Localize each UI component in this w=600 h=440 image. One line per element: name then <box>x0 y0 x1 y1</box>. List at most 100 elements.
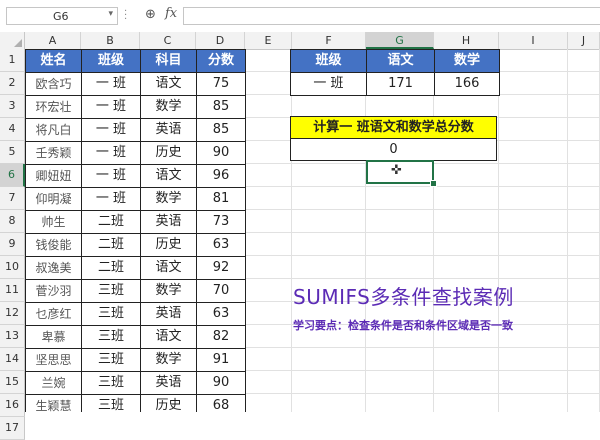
row-header-17[interactable]: 17 <box>0 417 25 440</box>
table-cell[interactable]: 一 班 <box>81 164 141 188</box>
table-cell[interactable]: 73 <box>196 210 246 234</box>
column-header-f[interactable]: F <box>292 32 366 49</box>
summary-cell[interactable]: 171 <box>366 72 435 96</box>
row-header-11[interactable]: 11 <box>0 279 25 302</box>
table-cell[interactable]: 63 <box>196 302 246 326</box>
table-cell[interactable]: 90 <box>196 371 246 395</box>
table-cell[interactable]: 环宏壮 <box>25 95 82 119</box>
table-cell[interactable]: 数学 <box>140 279 197 303</box>
table-cell[interactable]: 英语 <box>140 210 197 234</box>
table-cell[interactable]: 85 <box>196 95 246 119</box>
select-all-button[interactable] <box>0 32 25 49</box>
table-cell[interactable]: 语文 <box>140 72 197 96</box>
table-cell[interactable]: 三班 <box>81 348 141 372</box>
calc-result-cell[interactable]: 0 <box>290 138 497 161</box>
table-cell[interactable]: 将凡白 <box>25 118 82 142</box>
table-header-cell[interactable]: 班级 <box>81 49 141 73</box>
row-header-1[interactable]: 1 <box>0 49 25 72</box>
column-header-b[interactable]: B <box>81 32 140 49</box>
table-cell[interactable]: 一 班 <box>81 118 141 142</box>
table-cell[interactable]: 生颖慧 <box>25 394 82 412</box>
row-header-12[interactable]: 12 <box>0 302 25 325</box>
table-header-cell[interactable]: 姓名 <box>25 49 82 73</box>
table-cell[interactable]: 90 <box>196 141 246 165</box>
table-cell[interactable]: 数学 <box>140 348 197 372</box>
table-cell[interactable]: 81 <box>196 187 246 211</box>
table-header-cell[interactable]: 科目 <box>140 49 197 73</box>
drag-handle-icon[interactable]: · · · <box>124 7 128 25</box>
row-header-9[interactable]: 9 <box>0 233 25 256</box>
table-cell[interactable]: 三班 <box>81 394 141 412</box>
table-cell[interactable]: 75 <box>196 72 246 96</box>
table-cell[interactable]: 91 <box>196 348 246 372</box>
formula-input[interactable] <box>183 7 600 25</box>
table-cell[interactable]: 语文 <box>140 164 197 188</box>
row-header-7[interactable]: 7 <box>0 187 25 210</box>
column-header-e[interactable]: E <box>245 32 292 49</box>
row-header-4[interactable]: 4 <box>0 118 25 141</box>
table-cell[interactable]: 70 <box>196 279 246 303</box>
table-cell[interactable]: 欧含巧 <box>25 72 82 96</box>
table-cell[interactable]: 数学 <box>140 187 197 211</box>
row-header-14[interactable]: 14 <box>0 348 25 371</box>
row-header-2[interactable]: 2 <box>0 72 25 95</box>
table-cell[interactable]: 96 <box>196 164 246 188</box>
chevron-down-icon[interactable]: ▾ <box>108 9 113 19</box>
row-header-15[interactable]: 15 <box>0 371 25 394</box>
column-header-c[interactable]: C <box>140 32 196 49</box>
table-cell[interactable]: 乜彦红 <box>25 302 82 326</box>
row-header-16[interactable]: 16 <box>0 394 25 417</box>
summary-header-cell[interactable]: 语文 <box>366 49 435 73</box>
row-header-6[interactable]: 6 <box>0 164 25 187</box>
table-cell[interactable]: 菅沙羽 <box>25 279 82 303</box>
row-header-8[interactable]: 8 <box>0 210 25 233</box>
table-cell[interactable]: 语文 <box>140 325 197 349</box>
table-cell[interactable]: 一 班 <box>81 141 141 165</box>
worksheet-grid[interactable]: 姓名 班级 科目 分数 欧含巧一 班语文 75 环宏壮一 班数学 85 将凡白一 班英语 85 壬秀… <box>25 49 600 412</box>
table-cell[interactable]: 三班 <box>81 279 141 303</box>
table-cell[interactable]: 英语 <box>140 371 197 395</box>
table-cell[interactable]: 63 <box>196 233 246 257</box>
summary-cell[interactable]: 166 <box>434 72 500 96</box>
table-cell[interactable]: 叔逸美 <box>25 256 82 280</box>
row-header-5[interactable]: 5 <box>0 141 25 164</box>
table-cell[interactable]: 历史 <box>140 233 197 257</box>
column-header-h[interactable]: H <box>434 32 499 49</box>
table-cell[interactable]: 英语 <box>140 118 197 142</box>
table-cell[interactable]: 三班 <box>81 371 141 395</box>
column-header-a[interactable]: A <box>25 32 81 49</box>
row-header-3[interactable]: 3 <box>0 95 25 118</box>
table-cell[interactable]: 92 <box>196 256 246 280</box>
table-cell[interactable]: 语文 <box>140 256 197 280</box>
summary-cell[interactable]: 一 班 <box>290 72 367 96</box>
table-cell[interactable]: 历史 <box>140 141 197 165</box>
table-cell[interactable]: 仰明凝 <box>25 187 82 211</box>
name-box[interactable]: G6 ▾ <box>6 7 118 25</box>
row-header-13[interactable]: 13 <box>0 325 25 348</box>
fill-handle[interactable] <box>430 180 437 187</box>
column-header-j[interactable]: J <box>568 32 600 49</box>
table-cell[interactable]: 85 <box>196 118 246 142</box>
row-header-10[interactable]: 10 <box>0 256 25 279</box>
table-cell[interactable]: 历史 <box>140 394 197 412</box>
table-cell[interactable]: 兰婉 <box>25 371 82 395</box>
table-cell[interactable]: 二班 <box>81 210 141 234</box>
table-cell[interactable]: 帅生 <box>25 210 82 234</box>
column-header-d[interactable]: D <box>196 32 245 49</box>
zoom-icon[interactable]: ⊕ <box>145 7 156 22</box>
summary-header-cell[interactable]: 数学 <box>434 49 500 73</box>
calc-title-cell[interactable]: 计算一 班语文和数学总分数 <box>290 116 497 139</box>
table-cell[interactable]: 壬秀颖 <box>25 141 82 165</box>
table-cell[interactable]: 三班 <box>81 325 141 349</box>
table-cell[interactable]: 英语 <box>140 302 197 326</box>
column-header-g[interactable]: G <box>366 32 434 49</box>
table-cell[interactable]: 卑慕 <box>25 325 82 349</box>
table-cell[interactable]: 坚思思 <box>25 348 82 372</box>
table-cell[interactable]: 数学 <box>140 95 197 119</box>
table-cell[interactable]: 68 <box>196 394 246 412</box>
table-cell[interactable]: 二班 <box>81 256 141 280</box>
table-cell[interactable]: 一 班 <box>81 187 141 211</box>
table-cell[interactable]: 三班 <box>81 302 141 326</box>
table-cell[interactable]: 二班 <box>81 233 141 257</box>
table-header-cell[interactable]: 分数 <box>196 49 246 73</box>
